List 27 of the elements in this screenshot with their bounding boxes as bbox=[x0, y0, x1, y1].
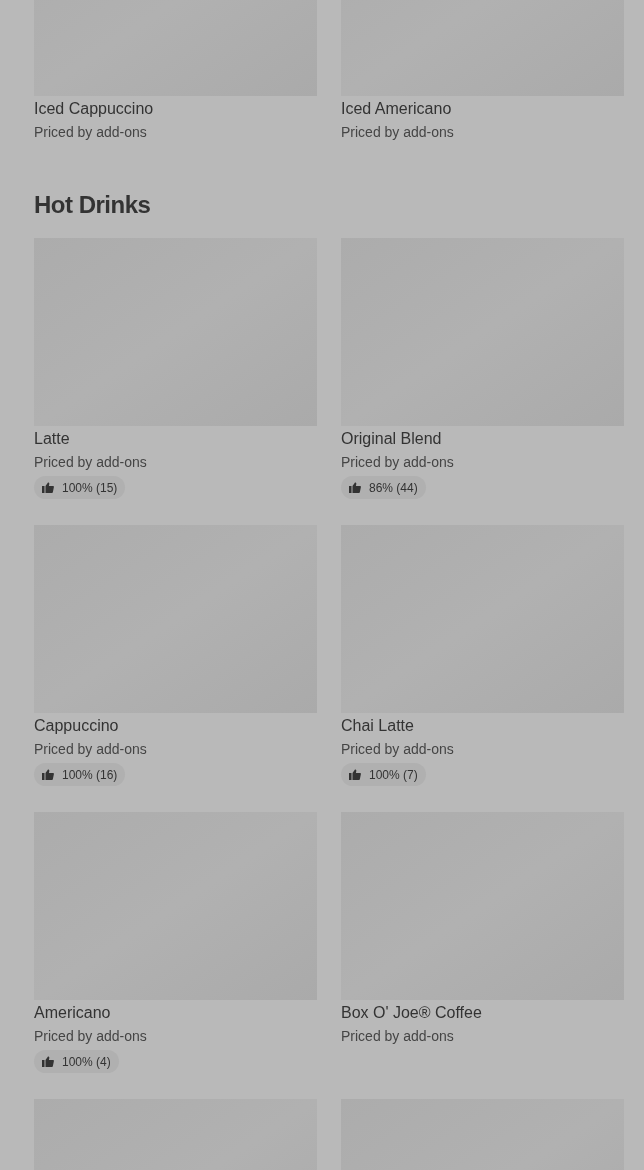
thumbs-up-icon bbox=[42, 482, 54, 493]
price-note: Priced by add-ons bbox=[341, 123, 455, 142]
item-name: Iced Cappuccino bbox=[34, 99, 155, 119]
section-heading: Hot Drinks bbox=[34, 190, 152, 220]
item-name: Americano bbox=[34, 1003, 112, 1023]
price-note: Priced by add-ons bbox=[34, 740, 148, 759]
thumbs-up-icon bbox=[42, 1056, 54, 1067]
thumbs-up-icon bbox=[349, 482, 361, 493]
item-name: Latte bbox=[34, 429, 71, 449]
rating-text: 100% (15) bbox=[62, 479, 118, 497]
item-name: Chai Latte bbox=[341, 716, 415, 736]
price-note: Priced by add-ons bbox=[341, 740, 455, 759]
item-name: Iced Americano bbox=[341, 99, 453, 119]
price-note: Priced by add-ons bbox=[341, 453, 455, 472]
rating-text: 100% (7) bbox=[369, 766, 418, 784]
thumbs-up-icon bbox=[349, 769, 361, 780]
item-name: Box O' Joe® Coffee bbox=[341, 1003, 483, 1023]
rating-text: 100% (4) bbox=[62, 1053, 111, 1071]
rating-text: 86% (44) bbox=[369, 479, 418, 497]
price-note: Priced by add-ons bbox=[34, 123, 148, 142]
price-note: Priced by add-ons bbox=[34, 453, 148, 472]
price-note: Priced by add-ons bbox=[341, 1027, 455, 1046]
item-name: Cappuccino bbox=[34, 716, 120, 736]
rating-text: 100% (16) bbox=[62, 766, 118, 784]
thumbs-up-icon bbox=[42, 769, 54, 780]
price-note: Priced by add-ons bbox=[34, 1027, 148, 1046]
item-name: Original Blend bbox=[341, 429, 443, 449]
